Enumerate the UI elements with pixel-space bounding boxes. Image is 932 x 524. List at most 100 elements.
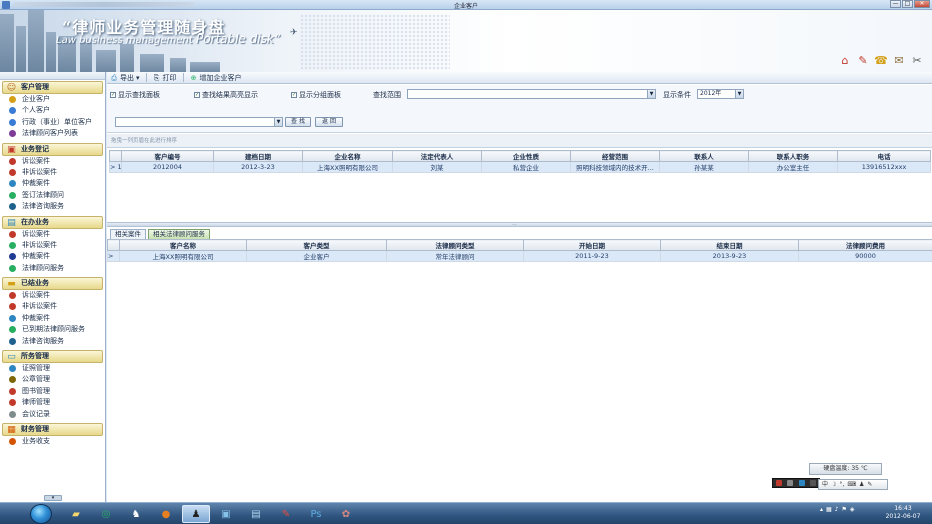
- document-icon[interactable]: ▤: [242, 505, 270, 523]
- nav-item-register-consulting[interactable]: 法律咨询服务: [2, 201, 103, 212]
- cell-counsel-fee[interactable]: 90000: [798, 250, 932, 262]
- nav-item-register-arbitration[interactable]: 仲裁案件: [2, 178, 103, 189]
- cell-counsel-type[interactable]: 常年法律顾问: [386, 250, 524, 262]
- nav-item-government-customer[interactable]: 行政（事业）单位客户: [2, 117, 103, 128]
- cell-phone[interactable]: 13916512xxx: [837, 161, 931, 173]
- col-header-counsel-type[interactable]: 法律顾问类型: [386, 239, 524, 251]
- col-header-end-date[interactable]: 结束日期: [660, 239, 799, 251]
- col-header-created-date[interactable]: 建档日期: [213, 150, 303, 162]
- cell-contact[interactable]: 孙某某: [659, 161, 749, 173]
- cell-business-scope[interactable]: 照明科技领域内的技术开...: [570, 161, 660, 173]
- condition-select[interactable]: 2012年 ▼: [697, 89, 744, 99]
- table-row[interactable]: > 1 2012004 2012-3-23 上海XX照明有限公司 刘某 私营企业…: [109, 161, 931, 173]
- ime-user-icon[interactable]: ♟: [859, 480, 864, 489]
- explorer-icon[interactable]: ▰: [62, 505, 90, 523]
- maximize-button[interactable]: □: [902, 0, 913, 8]
- hdd-temperature-widget[interactable]: 硬盘温度: 35 ℃: [809, 463, 882, 475]
- add-enterprise-customer-button[interactable]: ⊕ 增加企业客户: [190, 73, 242, 83]
- show-search-panel-checkbox[interactable]: ✓ 显示查找面板: [110, 90, 160, 100]
- nav-item-income-expense[interactable]: 业务收支: [2, 436, 103, 447]
- ime-chinese-mode[interactable]: 中: [822, 480, 828, 489]
- app-window-icon[interactable]: ▣: [212, 505, 240, 523]
- search-range-select[interactable]: ▼: [407, 89, 656, 99]
- nav-item-register-litigation[interactable]: 诉讼案件: [2, 156, 103, 167]
- group-by-area[interactable]: 拖曳一列页眉在此进行排序: [107, 134, 932, 148]
- cell-customer-id[interactable]: 2012004: [121, 161, 214, 173]
- cell-legal-rep[interactable]: 刘某: [392, 161, 482, 173]
- close-button[interactable]: ✕: [914, 0, 930, 8]
- tab-related-counsel-services[interactable]: 相关法律顾问服务: [148, 229, 210, 239]
- nav-section-header-closed[interactable]: ▬ 已结业务: [2, 277, 103, 291]
- home-icon[interactable]: ⌂: [838, 54, 852, 68]
- nav-section-header-finance[interactable]: ▦ 财务管理: [2, 422, 103, 436]
- cell-customer-type[interactable]: 企业客户: [246, 250, 387, 262]
- export-button[interactable]: ⎙ 导出 ▾: [110, 73, 139, 83]
- table-row[interactable]: > 上海XX照明有限公司 企业客户 常年法律顾问 2011-9-23 2013-…: [107, 250, 932, 262]
- print-button[interactable]: ⎘ 打印: [153, 73, 177, 83]
- system-tray[interactable]: ▴ ▦ ♪ ⚑ ◈: [820, 506, 855, 513]
- cell-created-date[interactable]: 2012-3-23: [213, 161, 303, 173]
- cell-company-type[interactable]: 私营企业: [481, 161, 571, 173]
- language-bar[interactable]: [772, 478, 820, 488]
- nav-item-ongoing-counsel[interactable]: 法律顾问服务: [2, 263, 103, 274]
- browser-icon[interactable]: ◎: [92, 505, 120, 523]
- marker-icon[interactable]: ✎: [272, 505, 300, 523]
- col-header-legal-rep[interactable]: 法定代表人: [392, 150, 482, 162]
- search-button[interactable]: 查 找: [285, 117, 311, 127]
- start-button[interactable]: [30, 504, 52, 524]
- show-group-panel-checkbox[interactable]: ✓ 显示分组面板: [291, 90, 341, 100]
- nav-item-closed-non-litigation[interactable]: 非诉讼案件: [2, 301, 103, 312]
- cell-end-date[interactable]: 2013-9-23: [660, 250, 799, 262]
- col-header-company-name[interactable]: 企业名称: [302, 150, 393, 162]
- splitter-handle[interactable]: ⋯: [107, 222, 932, 228]
- search-input[interactable]: ▼: [115, 117, 283, 127]
- highlight-results-checkbox[interactable]: ✓ 查找结果高亮显示: [194, 90, 258, 100]
- back-button[interactable]: 返 回: [315, 117, 343, 127]
- col-header-counsel-fee[interactable]: 法律顾问费用: [798, 239, 932, 251]
- penguin-app-icon[interactable]: ♟: [182, 505, 210, 523]
- window-titlebar[interactable]: 企业客户 — □ ✕: [0, 0, 932, 10]
- nav-section-header-office[interactable]: ▭ 所务管理: [2, 350, 103, 364]
- ime-punctuation-icon[interactable]: °,: [839, 480, 844, 489]
- ime-moon-icon[interactable]: ☽: [831, 480, 836, 489]
- nav-item-ongoing-non-litigation[interactable]: 非诉讼案件: [2, 240, 103, 251]
- nav-item-personal-customer[interactable]: 个人客户: [2, 105, 103, 116]
- flower-app-icon[interactable]: ✿: [332, 505, 360, 523]
- clock[interactable]: 16:43 2012-06-07: [878, 505, 928, 521]
- col-header-business-scope[interactable]: 经营范围: [570, 150, 660, 162]
- nav-item-closed-arbitration[interactable]: 仲裁案件: [2, 313, 103, 324]
- nav-item-enterprise-customer[interactable]: 企业客户: [2, 94, 103, 105]
- nav-item-library[interactable]: 图书管理: [2, 386, 103, 397]
- cell-start-date[interactable]: 2011-9-23: [523, 250, 661, 262]
- nav-item-counsel-customer-list[interactable]: 法律顾问客户列表: [2, 128, 103, 139]
- nav-section-header-customer[interactable]: ☺ 客户管理: [2, 81, 103, 94]
- nav-section-header-register[interactable]: ▣ 业务登记: [2, 142, 103, 156]
- settings-icon[interactable]: ✎: [856, 54, 870, 68]
- tab-related-cases[interactable]: 相关案件: [110, 229, 146, 239]
- cell-customer-name[interactable]: 上海XX照明有限公司: [119, 250, 247, 262]
- nav-item-ongoing-litigation[interactable]: 诉讼案件: [2, 229, 103, 240]
- col-header-customer-name[interactable]: 客户名称: [119, 239, 247, 251]
- tools-icon[interactable]: ✂: [910, 54, 924, 68]
- nav-item-lawyers[interactable]: 律师管理: [2, 397, 103, 408]
- nav-item-seal[interactable]: 公章管理: [2, 374, 103, 385]
- firefox-icon[interactable]: ●: [152, 505, 180, 523]
- col-header-contact[interactable]: 联系人: [659, 150, 749, 162]
- nav-item-closed-consulting[interactable]: 法律咨询服务: [2, 336, 103, 347]
- cell-contact-title[interactable]: 办公室主任: [748, 161, 838, 173]
- nav-item-meeting-notes[interactable]: 会议记录: [2, 409, 103, 420]
- col-header-start-date[interactable]: 开始日期: [523, 239, 661, 251]
- nav-item-register-non-litigation[interactable]: 非诉讼案件: [2, 167, 103, 178]
- nav-item-closed-litigation[interactable]: 诉讼案件: [2, 290, 103, 301]
- ime-tool-icon[interactable]: ✎: [867, 480, 872, 489]
- nav-scroll-down-icon[interactable]: ▾: [44, 495, 62, 501]
- col-header-customer-type[interactable]: 客户类型: [246, 239, 387, 251]
- col-header-customer-id[interactable]: 客户编号: [121, 150, 214, 162]
- qq-icon[interactable]: ♞: [122, 505, 150, 523]
- phone-icon[interactable]: ☎: [874, 54, 888, 68]
- ime-toolbar[interactable]: 中 ☽ °, ⌨ ♟ ✎: [818, 479, 888, 490]
- nav-item-register-counsel[interactable]: 签订法律顾问: [2, 190, 103, 201]
- col-header-company-type[interactable]: 企业性质: [481, 150, 571, 162]
- nav-item-ongoing-arbitration[interactable]: 仲裁案件: [2, 251, 103, 262]
- nav-item-closed-expired-counsel[interactable]: 已到期法律顾问服务: [2, 324, 103, 335]
